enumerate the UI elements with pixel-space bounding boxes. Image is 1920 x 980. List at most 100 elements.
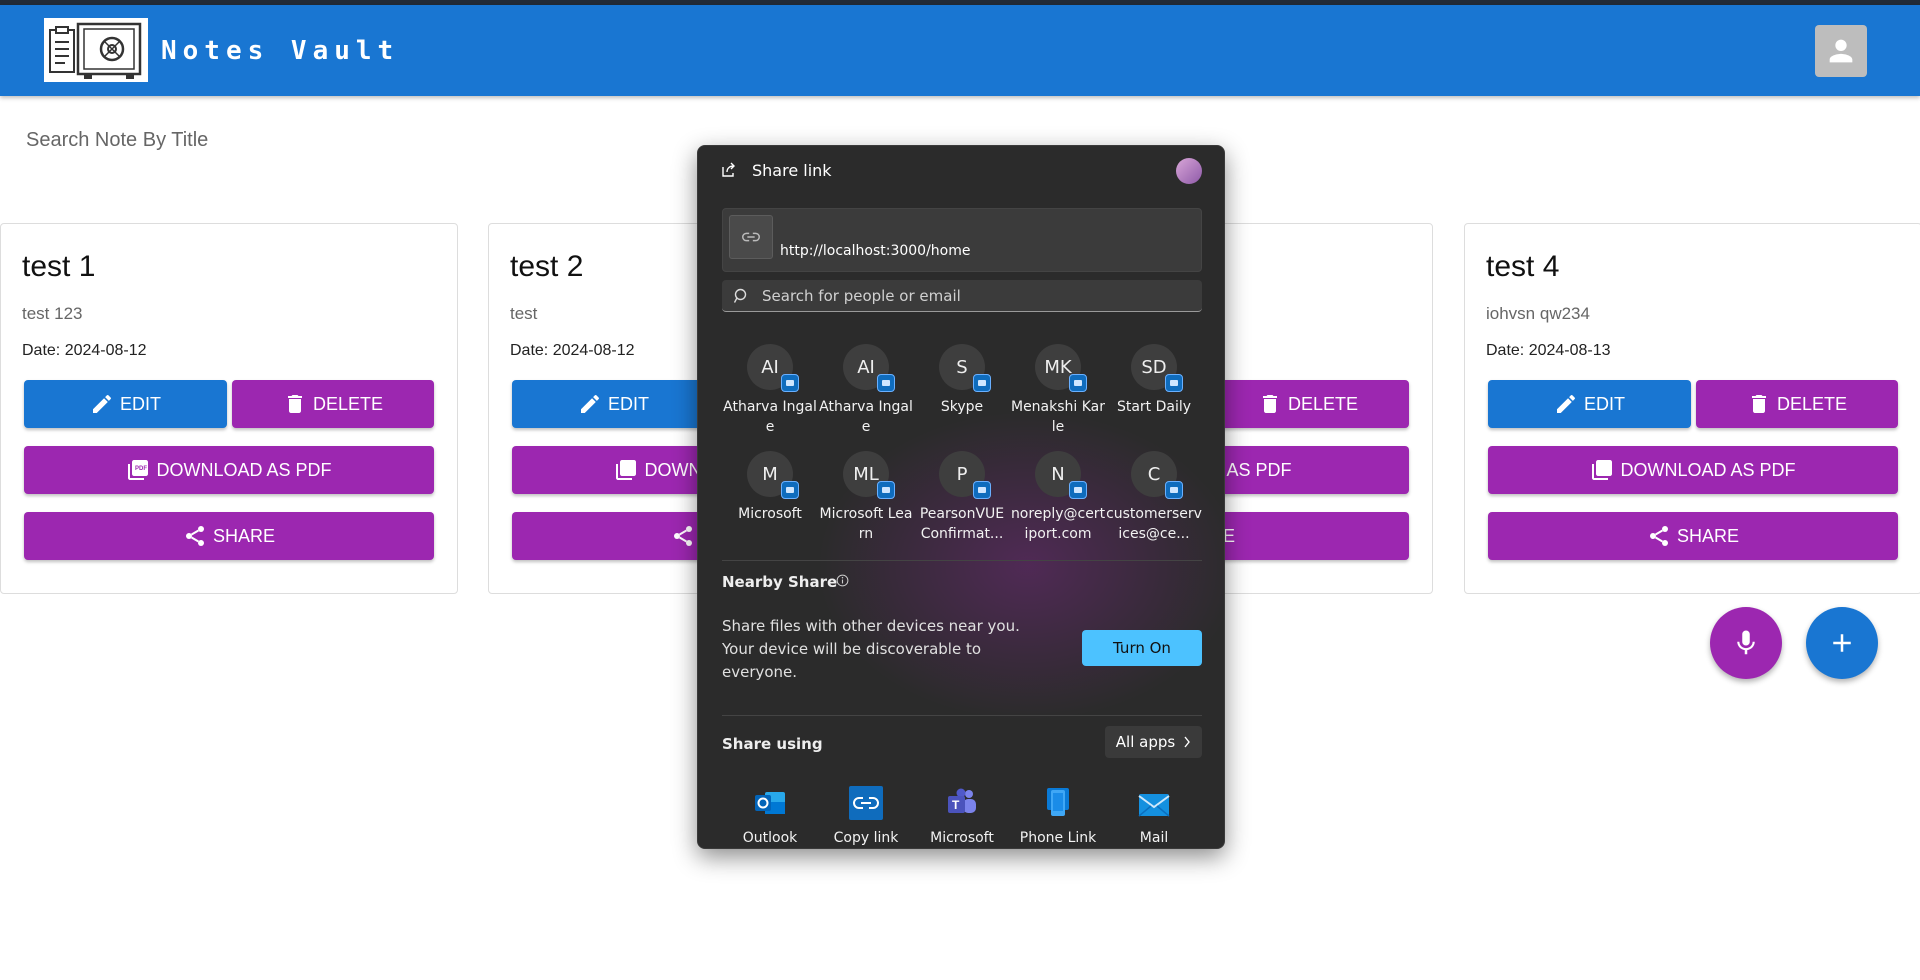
- link-icon: [742, 232, 760, 242]
- edit-button[interactable]: EDIT: [512, 380, 715, 428]
- contact-name: noreply@certiport.com: [1010, 506, 1106, 542]
- plus-icon: [1833, 634, 1851, 652]
- outlook-badge-icon: [781, 374, 799, 392]
- phone-link-icon: [1047, 788, 1069, 816]
- microphone-icon: [1737, 630, 1755, 655]
- share-using-title: Share using: [722, 735, 823, 753]
- contact-initials: ML: [853, 463, 879, 485]
- people-search[interactable]: [722, 280, 1202, 312]
- share-button[interactable]: SHARE: [24, 512, 434, 560]
- trash-icon: [287, 395, 302, 413]
- contact-item[interactable]: AI Atharva Ingale: [818, 344, 914, 437]
- outlook-badge-icon: [877, 481, 895, 499]
- pencil-icon: [92, 394, 111, 413]
- note-card: test 4 iohvsn qw234 Date: 2024-08-13 EDI…: [1464, 223, 1920, 594]
- contact-avatar: MK: [1035, 344, 1087, 392]
- copy-link-icon: [849, 786, 883, 820]
- note-date: Date: 2024-08-13: [1486, 342, 1611, 359]
- voice-note-button[interactable]: [1710, 607, 1782, 679]
- link-thumbnail: [729, 215, 773, 259]
- share-icon: [1649, 526, 1668, 546]
- contact-avatar: AI: [843, 344, 895, 392]
- share-link-icon: [722, 162, 735, 177]
- edit-button[interactable]: EDIT: [24, 380, 227, 428]
- outlook-badge-icon: [1165, 374, 1183, 392]
- contact-initials: AI: [857, 356, 875, 378]
- pencil-icon: [580, 394, 599, 413]
- app-microsoft-teams[interactable]: T Microsoft: [914, 786, 1010, 846]
- note-card: test 1 test 123 Date: 2024-08-12 EDIT DE…: [0, 223, 458, 594]
- divider: [722, 715, 1202, 716]
- contact-item[interactable]: MK Menakshi Karle: [1010, 344, 1106, 437]
- divider: [722, 560, 1202, 561]
- turn-on-button[interactable]: Turn On: [1082, 630, 1202, 666]
- delete-button[interactable]: DELETE: [232, 380, 434, 428]
- vault-logo-icon: [49, 22, 142, 79]
- contact-item[interactable]: P PearsonVUE Confirmat...: [914, 451, 1010, 544]
- contact-avatar: AI: [747, 344, 799, 392]
- dialog-title: Share link: [752, 161, 832, 180]
- info-icon[interactable]: [836, 574, 849, 587]
- contact-name: Atharva Ingale: [723, 399, 817, 435]
- edit-label: EDIT: [119, 393, 161, 414]
- share-dialog: Share link http://localhost:3000/home AI…: [697, 145, 1225, 849]
- contact-avatar: C: [1131, 451, 1183, 499]
- contact-item[interactable]: SD Start Daily: [1106, 344, 1202, 417]
- outlook-badge-icon: [1069, 374, 1087, 392]
- note-date: Date: 2024-08-12: [510, 342, 635, 359]
- account-avatar[interactable]: [1176, 158, 1202, 184]
- contact-avatar: S: [939, 344, 991, 392]
- contact-item[interactable]: ML Microsoft Learn: [818, 451, 914, 544]
- note-title: test 1: [22, 250, 96, 283]
- people-search-input[interactable]: [762, 280, 1192, 312]
- contact-item[interactable]: AI Atharva Ingale: [722, 344, 818, 437]
- contact-avatar: SD: [1131, 344, 1183, 392]
- edit-button[interactable]: EDIT: [1488, 380, 1691, 428]
- app-name: Outlook: [742, 830, 798, 846]
- outlook-badge-icon: [973, 481, 991, 499]
- all-apps-button[interactable]: All apps: [1105, 726, 1202, 758]
- add-note-button[interactable]: [1806, 607, 1878, 679]
- person-icon: [1829, 39, 1853, 63]
- contact-item[interactable]: C customerservices@ce...: [1106, 451, 1202, 544]
- contact-avatar: P: [939, 451, 991, 499]
- search-icon: [734, 288, 747, 303]
- profile-button[interactable]: [1815, 25, 1867, 77]
- app-copy-link[interactable]: Copy link: [818, 786, 914, 846]
- download-pdf-button[interactable]: DOWNLOAD AS PDF: [1488, 446, 1898, 494]
- share-label: SHARE: [212, 525, 275, 546]
- contact-initials: SD: [1141, 356, 1167, 378]
- chevron-right-icon: [1184, 736, 1191, 748]
- delete-label: DELETE: [312, 393, 384, 414]
- teams-icon: T: [948, 788, 976, 813]
- edit-label: EDIT: [607, 393, 649, 414]
- share-icon: [185, 526, 204, 546]
- trash-icon: [1751, 395, 1766, 413]
- note-body: test 123: [22, 304, 83, 323]
- contact-item[interactable]: N noreply@certiport.com: [1010, 451, 1106, 544]
- delete-button[interactable]: DELETE: [1696, 380, 1898, 428]
- contact-name: Skype: [940, 399, 984, 415]
- search-note-input[interactable]: [26, 124, 626, 156]
- contact-item[interactable]: M Microsoft: [722, 451, 818, 524]
- app-phone-link[interactable]: Phone Link: [1010, 786, 1106, 846]
- mail-icon: [1138, 794, 1170, 817]
- contact-item[interactable]: S Skype: [914, 344, 1010, 417]
- contact-name: customerservices@ce...: [1106, 506, 1202, 542]
- delete-button[interactable]: DELETE: [1207, 380, 1409, 428]
- link-preview: http://localhost:3000/home: [722, 208, 1202, 272]
- link-url: http://localhost:3000/home: [780, 243, 971, 259]
- app-mail[interactable]: Mail: [1106, 786, 1202, 846]
- share-icon: [673, 526, 692, 546]
- note-date: Date: 2024-08-12: [22, 342, 147, 359]
- app-outlook[interactable]: Outlook: [722, 786, 818, 846]
- contact-initials: AI: [761, 356, 779, 378]
- all-apps-label: All apps: [1115, 733, 1176, 751]
- download-pdf-button[interactable]: PDF DOWNLOAD AS PDF: [24, 446, 434, 494]
- contact-initials: S: [956, 356, 968, 378]
- app-name: Microsoft: [930, 830, 994, 846]
- share-button[interactable]: SHARE: [1488, 512, 1898, 560]
- outlook-badge-icon: [781, 481, 799, 499]
- pdf-icon: PDF: [128, 460, 149, 480]
- pencil-icon: [1556, 394, 1575, 413]
